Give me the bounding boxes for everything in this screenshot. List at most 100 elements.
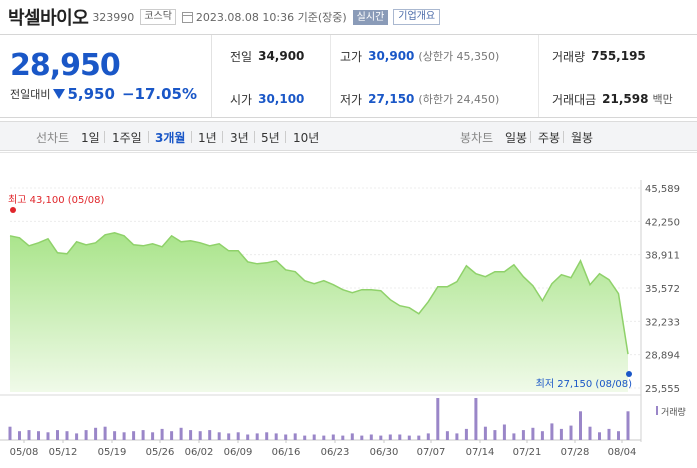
period-tab-3m[interactable]: 3개월 bbox=[155, 129, 185, 146]
volume-bar bbox=[350, 433, 354, 440]
volume-bar bbox=[559, 428, 563, 440]
volume-bar bbox=[141, 430, 145, 440]
volume-bar bbox=[122, 432, 126, 440]
volume-bar bbox=[103, 426, 107, 440]
period-tab-10y[interactable]: 10년 bbox=[293, 129, 319, 146]
period-tab-1w[interactable]: 1주일 bbox=[112, 129, 142, 146]
high-label: 최고 43,100 (05/08) bbox=[8, 194, 104, 206]
volume-bar bbox=[236, 432, 240, 440]
chart-period-bar: 선차트 1일 1주일 3개월 1년 3년 5년 10년 봉차트 일봉 주봉 월봉 bbox=[0, 121, 697, 151]
candle-chart-label: 봉차트 bbox=[460, 131, 494, 145]
volume-bar bbox=[426, 433, 430, 440]
market-badge: 코스닥 bbox=[140, 9, 176, 25]
divider bbox=[538, 35, 539, 117]
volume-bar bbox=[417, 435, 421, 440]
y-tick-label: 28,894 bbox=[645, 351, 680, 362]
stat-prev-close: 전일 34,900 bbox=[230, 49, 305, 64]
company-overview-button[interactable]: 기업개요 bbox=[393, 9, 441, 25]
volume-bar bbox=[65, 431, 69, 440]
volume-bar bbox=[94, 427, 98, 440]
realtime-button[interactable]: 실시간 bbox=[352, 9, 389, 25]
volume-bar bbox=[113, 431, 117, 440]
low-label: 최저 27,150 (08/08) bbox=[536, 378, 632, 390]
price-chart[interactable]: 45,589 42,250 38,911 35,572 32,233 28,894 25,5… bbox=[0, 152, 697, 468]
volume-bar bbox=[341, 435, 345, 440]
y-tick-label: 45,589 bbox=[645, 184, 680, 195]
change-value: 5,950 bbox=[67, 85, 115, 103]
volume-bar bbox=[27, 430, 31, 440]
y-tick-label: 25,555 bbox=[645, 384, 680, 395]
volume-bar bbox=[512, 433, 516, 440]
line-chart-label: 선차트 bbox=[36, 131, 70, 145]
volume-label: 거래량 bbox=[661, 406, 686, 418]
volume-bar bbox=[398, 434, 402, 440]
volume-bar bbox=[8, 426, 12, 440]
volume-bar bbox=[255, 433, 259, 440]
x-tick-label: 05/12 bbox=[49, 447, 78, 458]
volume-bar bbox=[312, 434, 316, 440]
volume-bar bbox=[455, 433, 459, 440]
volume-bar bbox=[198, 431, 202, 440]
volume-bar bbox=[331, 434, 335, 440]
x-tick-label: 06/23 bbox=[321, 447, 350, 458]
period-tab-3y[interactable]: 3년 bbox=[230, 129, 249, 146]
volume-bar bbox=[37, 431, 40, 440]
current-price-panel: 28,950 전일대비 5,950 −17.05% bbox=[0, 35, 212, 117]
volume-bar bbox=[502, 424, 506, 440]
stock-code: 323990 bbox=[92, 10, 135, 24]
stock-name[interactable]: 박셀바이오 bbox=[8, 4, 89, 30]
price-change: 전일대비 5,950 −17.05% bbox=[10, 85, 197, 103]
volume-bar bbox=[436, 398, 440, 440]
volume-bar bbox=[531, 427, 535, 440]
x-tick-label: 07/14 bbox=[466, 447, 495, 458]
period-tab-5y[interactable]: 5년 bbox=[261, 129, 280, 146]
volume-bar bbox=[179, 427, 183, 440]
x-tick-label: 07/07 bbox=[417, 447, 446, 458]
stat-high: 고가 30,900 (상한가 45,350) bbox=[340, 49, 500, 64]
high-marker bbox=[10, 207, 16, 213]
stat-trade-amount: 거래대금 21,598 백만 bbox=[552, 92, 673, 107]
volume-bar bbox=[607, 428, 611, 440]
volume-bar bbox=[151, 432, 155, 440]
price-datetime: 2023.08.08 10:36 기준(장중) bbox=[195, 11, 347, 24]
price-summary: 28,950 전일대비 5,950 −17.05% 전일 34,900 고가 3… bbox=[0, 34, 697, 118]
volume-bar bbox=[579, 411, 582, 440]
volume-bar bbox=[388, 434, 392, 440]
volume-bar bbox=[217, 432, 221, 440]
volume-bar bbox=[84, 430, 88, 440]
volume-bar bbox=[56, 430, 59, 440]
x-tick-label: 05/26 bbox=[146, 447, 175, 458]
stat-low: 저가 27,150 (하한가 24,450) bbox=[340, 92, 500, 107]
volume-bar bbox=[569, 425, 573, 440]
volume-bar bbox=[464, 428, 468, 440]
volume-bar bbox=[483, 426, 487, 440]
y-tick-label: 35,572 bbox=[645, 284, 680, 295]
candle-tab-monthly[interactable]: 월봉 bbox=[571, 129, 593, 146]
low-marker bbox=[626, 371, 632, 377]
volume-bar bbox=[474, 398, 478, 440]
x-tick-label: 05/08 bbox=[10, 447, 39, 458]
current-price: 28,950 bbox=[10, 48, 121, 83]
volume-bar bbox=[46, 432, 50, 440]
period-tab-1y[interactable]: 1년 bbox=[198, 129, 217, 146]
stock-header: 박셀바이오 323990 코스닥 2023.08.08 10:36 기준(장중)… bbox=[8, 4, 441, 30]
volume-bar bbox=[369, 434, 373, 440]
x-tick-label: 07/21 bbox=[513, 447, 542, 458]
volume-bar bbox=[445, 431, 449, 440]
volume-bar bbox=[132, 431, 136, 440]
calendar-icon bbox=[181, 11, 193, 23]
change-label: 전일대비 bbox=[10, 88, 51, 101]
volume-bar bbox=[550, 423, 554, 440]
volume-bar bbox=[18, 431, 21, 440]
y-tick-label: 38,911 bbox=[645, 251, 680, 262]
volume-bar bbox=[493, 430, 497, 440]
volume-bar bbox=[626, 411, 630, 440]
x-tick-label: 07/28 bbox=[561, 447, 590, 458]
y-tick-label: 42,250 bbox=[645, 217, 680, 228]
candle-tab-daily[interactable]: 일봉 bbox=[505, 129, 527, 146]
volume-legend-swatch bbox=[656, 406, 658, 415]
x-tick-label: 05/19 bbox=[98, 447, 127, 458]
candle-tab-weekly[interactable]: 주봉 bbox=[538, 129, 560, 146]
period-tab-1d[interactable]: 1일 bbox=[81, 129, 100, 146]
volume-bar bbox=[208, 430, 212, 440]
